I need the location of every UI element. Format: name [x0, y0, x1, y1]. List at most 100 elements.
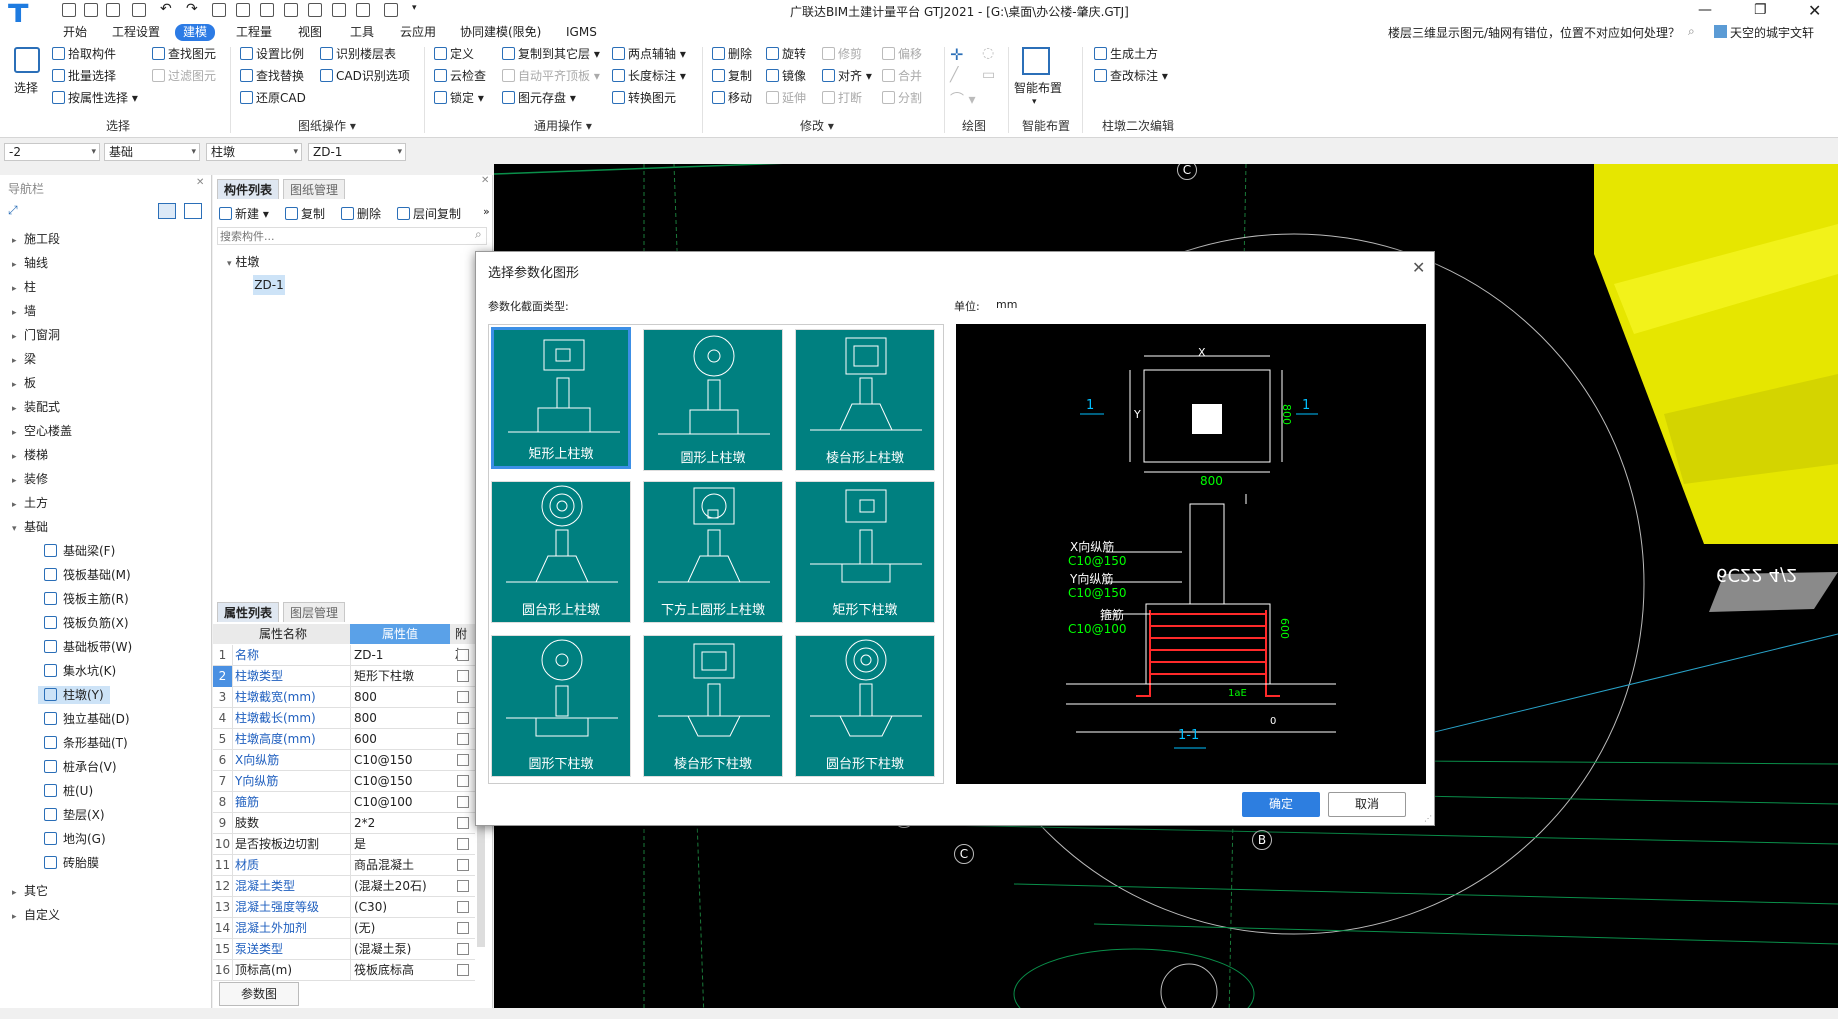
resize-grip-icon[interactable]: ⋰ [1424, 814, 1432, 823]
length-dimension-button[interactable]: 长度标注 ▾ [612, 67, 686, 85]
new-component-button[interactable]: 新建 ▾ [219, 205, 269, 223]
arc-icon[interactable]: ⌒ ▾ [950, 89, 975, 109]
property-value[interactable]: 800 [350, 708, 450, 729]
shape-square-lower-circle-upper[interactable]: 下方上圆形上柱墩 [643, 481, 783, 623]
nav-sub-trench[interactable]: 地沟(G) [44, 830, 106, 848]
rotate-button[interactable]: 旋转 [766, 45, 806, 63]
tab-drawing-management[interactable]: 图纸管理 [283, 179, 346, 199]
generate-earthwork-button[interactable]: 生成土方 [1094, 45, 1158, 63]
nav-item-custom[interactable]: ▸ 自定义 [12, 907, 60, 923]
property-value[interactable]: 800 [350, 687, 450, 708]
property-value[interactable]: 是 [350, 834, 450, 855]
cad-options-button[interactable]: CAD识别选项 [320, 67, 410, 85]
extra-checkbox[interactable] [457, 670, 469, 682]
merge-button[interactable]: 合并 [882, 67, 922, 85]
delete-component-button[interactable]: 删除 [341, 205, 381, 223]
property-value[interactable]: 商品混凝土 [350, 855, 450, 876]
move-button[interactable]: 移动 [712, 89, 752, 107]
property-row[interactable]: 7 Y向纵筋 C10@150 [213, 771, 475, 792]
property-row[interactable]: 15 泵送类型 (混凝土泵) [213, 939, 475, 960]
property-value[interactable]: (混凝土泵) [350, 939, 450, 960]
extra-checkbox[interactable] [457, 880, 469, 892]
window-icon[interactable] [356, 3, 370, 17]
property-value[interactable]: ZD-1 [350, 645, 450, 666]
nav-item-decoration[interactable]: ▸ 装修 [12, 471, 48, 487]
mirror-button[interactable]: 镜像 [766, 67, 806, 85]
grid-icon[interactable] [212, 3, 226, 17]
nav-sub-slab-strip[interactable]: 基础板带(W) [44, 638, 132, 656]
extra-checkbox[interactable] [457, 754, 469, 766]
line-icon[interactable]: ╱ [950, 67, 958, 83]
group-label-modify[interactable]: 修改 ▾ [800, 117, 834, 134]
nav-item-axis[interactable]: ▸ 轴线 [12, 255, 48, 271]
dialog-close-icon[interactable]: ✕ [1412, 258, 1425, 277]
property-row[interactable]: 2 柱墩类型 矩形下柱墩 [213, 666, 475, 687]
extra-checkbox[interactable] [457, 943, 469, 955]
smart-layout-icon[interactable] [1022, 47, 1050, 75]
select-icon[interactable] [14, 47, 40, 73]
two-point-axis-button[interactable]: 两点辅轴 ▾ [612, 45, 686, 63]
undo-icon[interactable]: ↶ [160, 1, 172, 17]
copy-button[interactable]: 复制 [712, 67, 752, 85]
property-value[interactable]: (无) [350, 918, 450, 939]
extra-checkbox[interactable] [457, 817, 469, 829]
extra-checkbox[interactable] [457, 859, 469, 871]
property-row[interactable]: 8 箍筋 C10@100 [213, 792, 475, 813]
property-row[interactable]: 5 柱墩高度(mm) 600 [213, 729, 475, 750]
search-input[interactable] [217, 227, 487, 245]
point-icon[interactable]: ✛ [950, 45, 963, 64]
copy-to-layer-button[interactable]: 复制到其它层 ▾ [502, 45, 600, 63]
element-save-button[interactable]: 图元存盘 ▾ [502, 89, 576, 107]
nav-sub-pile[interactable]: 桩(U) [44, 782, 93, 800]
ok-button[interactable]: 确定 [1242, 792, 1320, 817]
pick-component-button[interactable]: 拾取构件 [52, 45, 116, 63]
extra-checkbox[interactable] [457, 964, 469, 976]
extra-checkbox[interactable] [457, 733, 469, 745]
find-element-button[interactable]: 查找图元 [152, 45, 216, 63]
recognize-floor-table-button[interactable]: 识别楼层表 [320, 45, 396, 63]
extra-checkbox[interactable] [457, 922, 469, 934]
layout-icon[interactable] [260, 3, 274, 17]
tab-modeling[interactable]: 建模 [175, 24, 216, 41]
cloud-check-button[interactable]: 云检查 [434, 67, 486, 85]
close-icon[interactable]: ✕ [481, 175, 489, 186]
select-by-attribute-button[interactable]: 按属性选择 ▾ [52, 89, 138, 107]
nav-sub-cushion[interactable]: 垫层(X) [44, 806, 105, 824]
nav-item-column[interactable]: ▸ 柱 [12, 279, 36, 295]
break-button[interactable]: 打断 [822, 89, 862, 107]
shape-rect-lower[interactable]: 矩形下柱墩 [795, 481, 935, 623]
floor-select[interactable]: -2 [4, 143, 100, 161]
nav-item-earthwork[interactable]: ▸ 土方 [12, 495, 48, 511]
more-icon[interactable]: » [483, 205, 490, 218]
table-icon[interactable] [236, 3, 250, 17]
list-view-icon[interactable] [158, 203, 176, 219]
category-select[interactable]: 基础 [104, 143, 200, 161]
trim-button[interactable]: 修剪 [822, 45, 862, 63]
property-value[interactable]: 600 [350, 729, 450, 750]
property-row[interactable]: 4 柱墩截长(mm) 800 [213, 708, 475, 729]
chevron-down-icon[interactable]: ▾ [1032, 97, 1037, 107]
nav-sub-raft[interactable]: 筏板基础(M) [44, 566, 131, 584]
nav-sub-brick-mold[interactable]: 砖胎膜 [44, 854, 99, 872]
extra-checkbox[interactable] [457, 775, 469, 787]
extra-checkbox[interactable] [457, 838, 469, 850]
tab-tools[interactable]: 工具 [342, 24, 382, 41]
close-button[interactable]: ✕ [1808, 1, 1821, 20]
extra-checkbox[interactable] [457, 691, 469, 703]
nav-item-hollow-floor[interactable]: ▸ 空心楼盖 [12, 423, 72, 439]
open-icon[interactable] [62, 3, 76, 17]
property-row[interactable]: 9 肢数 2*2 [213, 813, 475, 834]
property-row[interactable]: 3 柱墩截宽(mm) 800 [213, 687, 475, 708]
nav-sub-pile-cap[interactable]: 桩承台(V) [44, 758, 117, 776]
smart-layout-button[interactable]: 智能布置 [1014, 79, 1062, 97]
property-value[interactable]: (C30) [350, 897, 450, 918]
property-value[interactable]: C10@150 [350, 771, 450, 792]
rect-icon[interactable]: ▭ [982, 67, 995, 83]
property-row[interactable]: 12 混凝土类型 (混凝土20石) [213, 876, 475, 897]
copy-between-floors-button[interactable]: 层间复制 [397, 205, 461, 223]
shape-frustum-upper[interactable]: 棱台形上柱墩 [795, 329, 935, 471]
minimize-button[interactable]: — [1698, 2, 1712, 18]
nav-item-prefab[interactable]: ▸ 装配式 [12, 399, 60, 415]
search-icon[interactable]: ⌕ [1688, 24, 1695, 39]
lock-button[interactable]: 锁定 ▾ [434, 89, 484, 107]
